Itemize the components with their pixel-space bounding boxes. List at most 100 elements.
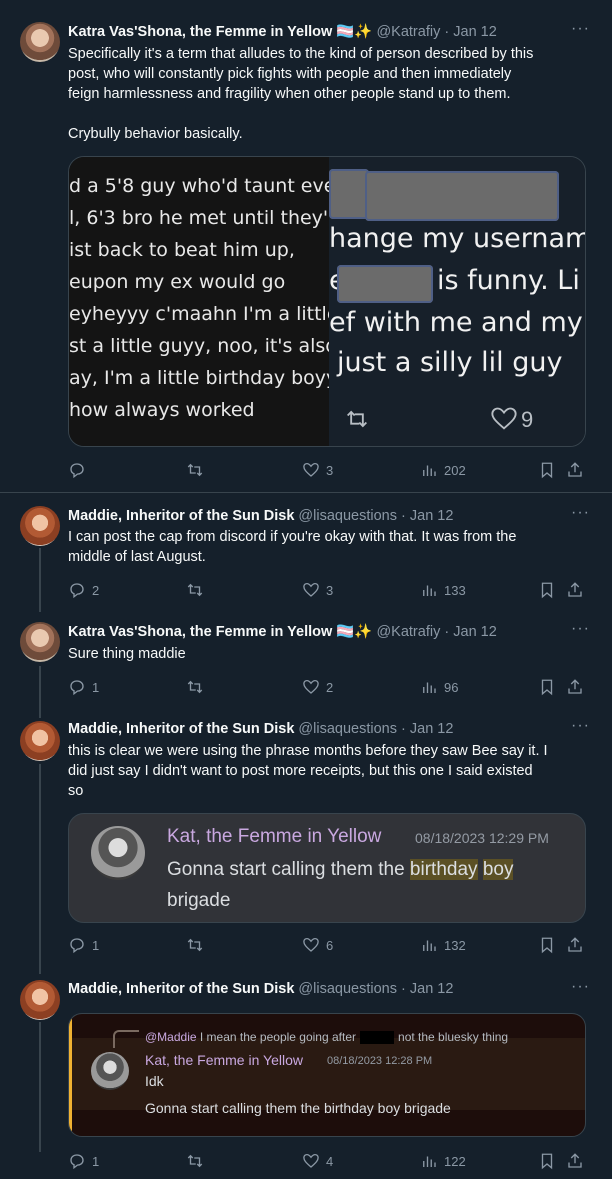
handle[interactable]: @Katrafiy <box>376 624 440 640</box>
bookmark-button[interactable] <box>538 580 556 600</box>
views-button[interactable]: 132 <box>420 935 466 955</box>
action-bar: 1 2 96 <box>68 677 588 697</box>
screenshot-left-panel: d a 5'8 guy who'd taunt ever l, 6'3 bro … <box>69 157 361 446</box>
views-button[interactable]: 202 <box>420 460 466 480</box>
attached-image[interactable]: d a 5'8 guy who'd taunt ever l, 6'3 bro … <box>68 156 586 447</box>
heart-icon <box>491 407 517 430</box>
handle[interactable]: @lisaquestions <box>298 981 397 997</box>
share-button[interactable] <box>566 580 584 600</box>
bookmark-icon <box>541 1153 553 1170</box>
timestamp[interactable]: Jan 12 <box>453 624 497 640</box>
analytics-icon <box>423 465 436 476</box>
reply-count: 1 <box>92 679 100 695</box>
like-button[interactable]: 4 <box>302 1151 333 1171</box>
discord-message: Gonna start calling them the birthday bo… <box>145 1100 451 1116</box>
like-button[interactable]: 2 <box>302 677 333 697</box>
heart-icon <box>303 462 319 477</box>
display-name[interactable]: Maddie, Inheritor of the Sun Disk <box>68 981 294 997</box>
display-name[interactable]: Katra Vas'Shona, the Femme in Yellow <box>68 24 332 40</box>
more-options-icon[interactable]: ··· <box>571 620 590 638</box>
views-button[interactable]: 122 <box>420 1151 466 1171</box>
timestamp[interactable]: Jan 12 <box>410 981 454 997</box>
display-name[interactable]: Katra Vas'Shona, the Femme in Yellow <box>68 624 332 640</box>
discord-screenshot-image[interactable]: Kat, the Femme in Yellow 08/18/2023 12:2… <box>68 813 586 923</box>
retweet-button[interactable] <box>186 580 210 600</box>
share-button[interactable] <box>566 1151 584 1171</box>
image-text-line: st a little guyy, noo, it's also m <box>69 335 362 357</box>
avatar[interactable] <box>20 721 60 761</box>
reply-button[interactable]: 1 <box>68 1151 99 1171</box>
tweet-text: Sure thing maddie <box>68 644 590 664</box>
analytics-icon <box>423 585 436 596</box>
reply-button[interactable]: 1 <box>68 935 99 955</box>
avatar[interactable] <box>20 980 60 1020</box>
tweet-2[interactable]: Maddie, Inheritor of the Sun Disk @lisaq… <box>0 504 612 616</box>
separator-dot: · <box>444 24 450 40</box>
share-icon <box>568 937 582 952</box>
separator-dot: · <box>401 508 406 524</box>
reply-button[interactable]: 1 <box>68 677 99 697</box>
separator-dot: · <box>444 624 450 640</box>
reply-button[interactable] <box>68 460 92 480</box>
reply-icon <box>70 463 84 479</box>
like-button[interactable]: 6 <box>302 935 333 955</box>
tweet-3[interactable]: Katra Vas'Shona, the Femme in Yellow 🏳️‍… <box>0 620 612 712</box>
retweet-button[interactable] <box>186 935 210 955</box>
image-text-line: l, 6'3 bro he met until they'd <box>69 207 341 229</box>
timestamp[interactable]: Jan 12 <box>410 721 454 737</box>
share-button[interactable] <box>566 460 584 480</box>
retweet-icon <box>187 938 203 952</box>
bookmark-button[interactable] <box>538 1151 556 1171</box>
display-name[interactable]: Maddie, Inheritor of the Sun Disk <box>68 721 294 737</box>
bookmark-icon <box>541 582 553 599</box>
view-count: 122 <box>444 1153 466 1169</box>
share-button[interactable] <box>566 677 584 697</box>
discord-screenshot-image[interactable]: @Maddie I mean the people going after not… <box>68 1013 586 1137</box>
more-options-icon[interactable]: ··· <box>571 978 590 996</box>
discord-timestamp: 08/18/2023 12:29 PM <box>415 830 549 846</box>
handle[interactable]: @Katrafiy <box>376 24 440 40</box>
more-options-icon[interactable]: ··· <box>571 20 590 38</box>
redaction-block <box>329 169 369 219</box>
highlighted-word: birthday <box>409 859 478 880</box>
timestamp[interactable]: Jan 12 <box>410 508 454 524</box>
reply-text: not the bluesky thing <box>398 1030 509 1044</box>
views-button[interactable]: 96 <box>420 677 458 697</box>
handle[interactable]: @lisaquestions <box>298 721 397 737</box>
like-button[interactable]: 3 <box>302 580 333 600</box>
more-options-icon[interactable]: ··· <box>571 504 590 522</box>
text-line: I can post the cap from discord if you'r… <box>68 529 517 545</box>
image-text-line: ist back to beat him up, <box>69 239 295 261</box>
handle[interactable]: @lisaquestions <box>298 508 397 524</box>
reply-button[interactable]: 2 <box>68 580 99 600</box>
discord-username: Kat, the Femme in Yellow <box>145 1052 303 1068</box>
heart-icon <box>303 1153 319 1168</box>
retweet-button[interactable] <box>186 1151 210 1171</box>
views-button[interactable]: 133 <box>420 580 466 600</box>
redaction-block <box>337 265 433 303</box>
retweet-button[interactable] <box>186 677 210 697</box>
text-line: Crybully behavior basically. <box>68 126 243 142</box>
image-like-count: 9 <box>521 407 534 432</box>
image-text-line: ef with me and my <box>329 307 583 338</box>
avatar[interactable] <box>20 506 60 546</box>
bookmark-icon <box>541 937 553 954</box>
discord-avatar <box>91 1052 129 1090</box>
bookmark-button[interactable] <box>538 460 556 480</box>
display-name[interactable]: Maddie, Inheritor of the Sun Disk <box>68 508 294 524</box>
timestamp[interactable]: Jan 12 <box>453 24 497 40</box>
share-button[interactable] <box>566 935 584 955</box>
discord-timestamp: 08/18/2023 12:28 PM <box>327 1055 433 1067</box>
avatar[interactable] <box>20 22 60 62</box>
discord-avatar <box>91 826 145 880</box>
more-options-icon[interactable]: ··· <box>571 717 590 735</box>
avatar[interactable] <box>20 622 60 662</box>
reply-icon <box>70 1154 84 1170</box>
retweet-button[interactable] <box>186 460 210 480</box>
text-line: middle of last August. <box>68 549 206 565</box>
bookmark-button[interactable] <box>538 677 556 697</box>
tweet-1[interactable]: Katra Vas'Shona, the Femme in Yellow 🏳️‍… <box>0 0 612 492</box>
like-button[interactable]: 3 <box>302 460 333 480</box>
discord-message-text: Gonna start calling them the <box>167 859 410 880</box>
bookmark-button[interactable] <box>538 935 556 955</box>
